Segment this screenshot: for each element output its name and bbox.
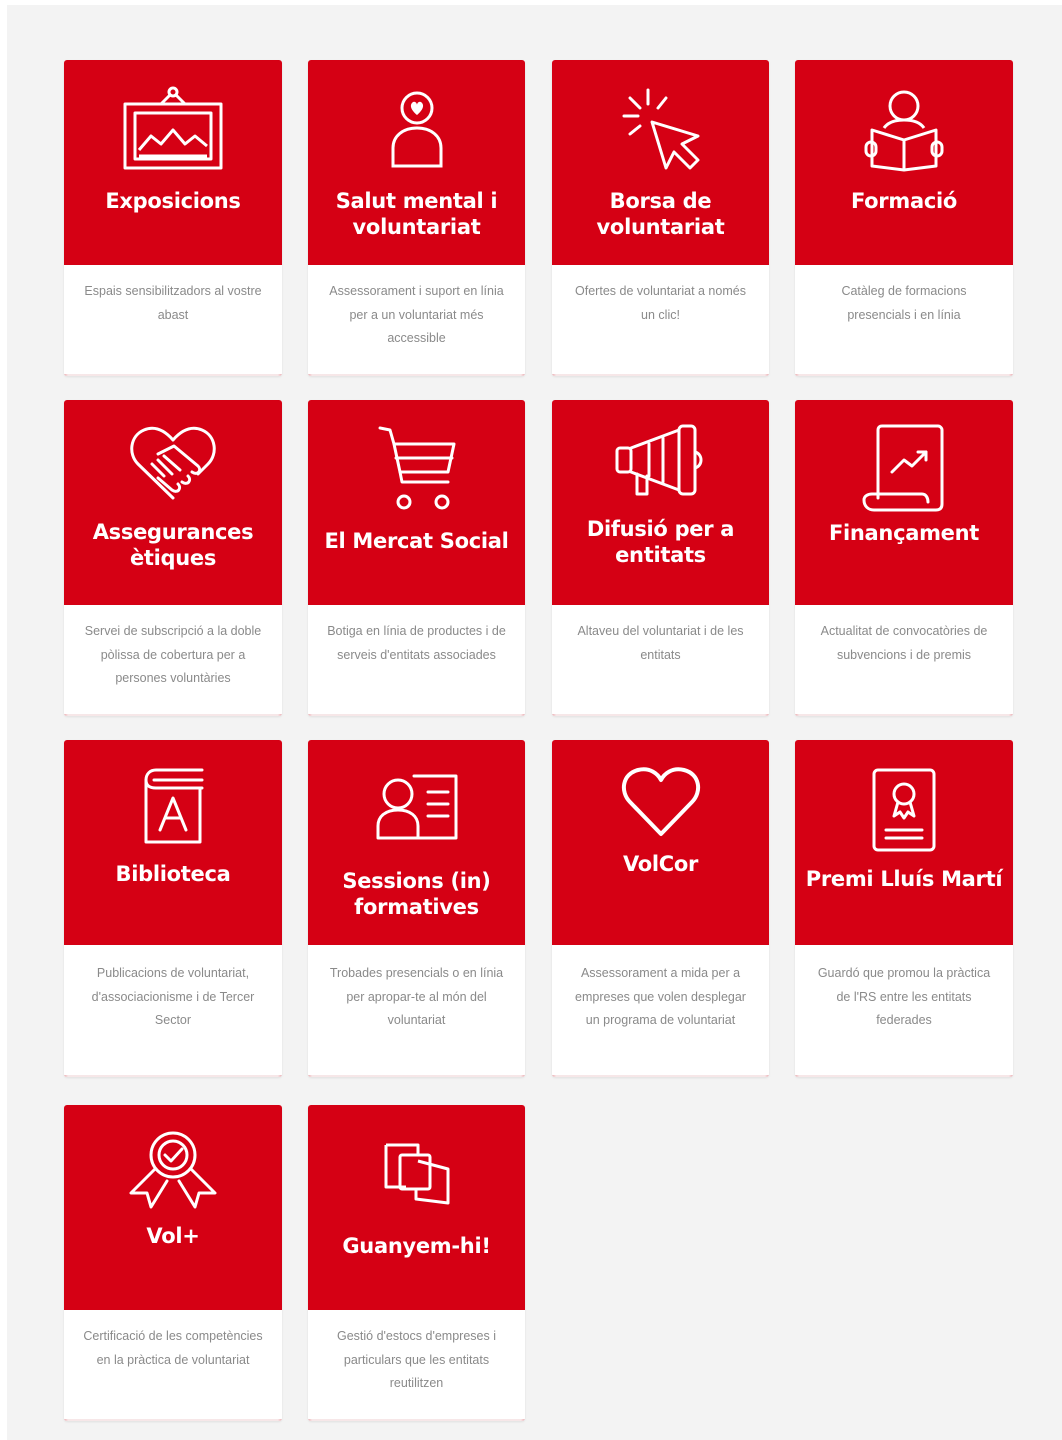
service-card-sessions-formatives[interactable]: Sessions (in) formatives Trobades presen… — [308, 740, 525, 1077]
megaphone-icon — [613, 424, 709, 500]
card-header: Borsa de voluntariat — [552, 60, 769, 265]
card-description: Certificació de les competències en la p… — [83, 1329, 263, 1367]
handshake-heart-icon — [128, 424, 218, 504]
service-card-financament[interactable]: Finançament Actualitat de convocatòries … — [795, 400, 1013, 716]
card-title: VolCor — [622, 852, 699, 876]
heart-icon — [620, 766, 702, 838]
card-header: Guanyem-hi! — [308, 1105, 525, 1310]
shopping-cart-icon — [374, 424, 460, 514]
book-icon — [140, 768, 206, 846]
card-title: Assegurances ètiques — [92, 520, 254, 570]
card-header: Difusió per a entitats — [552, 400, 769, 605]
card-description: Servei de subscripció a la doble pòlissa… — [84, 624, 262, 685]
award-certificate-icon — [870, 768, 938, 852]
card-description: Trobades presencials o en línia per apro… — [329, 966, 504, 1027]
framed-picture-icon — [121, 84, 225, 172]
card-description: Ofertes de voluntariat a només un clic! — [575, 284, 746, 322]
card-header: El Mercat Social — [308, 400, 525, 605]
person-heart-icon — [387, 88, 447, 170]
services-panel: Exposicions Espais sensibilitzadors al v… — [7, 5, 1062, 1440]
card-description: Actualitat de convocatòries de subvencio… — [820, 624, 988, 662]
card-title: Exposicions — [105, 189, 241, 213]
service-card-guanyem-hi[interactable]: Guanyem-hi! Gestió d'estocs d'empreses i… — [308, 1105, 525, 1421]
card-description: Espais sensibilitzadors al vostre abast — [84, 284, 262, 322]
service-card-vol-plus[interactable]: Vol+ Certificació de les competències en… — [64, 1105, 282, 1421]
card-header: Biblioteca — [64, 740, 282, 945]
service-card-exposicions[interactable]: Exposicions Espais sensibilitzadors al v… — [64, 60, 282, 376]
cursor-click-icon — [616, 86, 706, 172]
card-title: Biblioteca — [115, 862, 231, 886]
card-description: Assessorament a mida per a empreses que … — [575, 966, 746, 1027]
card-description: Publicacions de voluntariat, d'associaci… — [91, 966, 255, 1027]
card-description: Assessorament i suport en línia per a un… — [329, 284, 504, 345]
card-header: Salut mental i voluntariat — [308, 60, 525, 265]
card-description: Guardó que promou la pràctica de l'RS en… — [817, 966, 991, 1027]
service-card-biblioteca[interactable]: Biblioteca Publicacions de voluntariat, … — [64, 740, 282, 1077]
service-card-premi-lluis-marti[interactable]: Premi Lluís Martí Guardó que promou la p… — [795, 740, 1013, 1077]
card-title: Guanyem-hi! — [342, 1234, 491, 1258]
document-chart-icon — [862, 424, 946, 512]
card-header: Sessions (in) formatives — [308, 740, 525, 945]
service-card-borsa-voluntariat[interactable]: Borsa de voluntariat Ofertes de voluntar… — [552, 60, 769, 376]
card-header: Assegurances ètiques — [64, 400, 282, 605]
card-title: Difusió per a entitats — [586, 517, 735, 567]
service-card-volcor[interactable]: VolCor Assessorament a mida per a empres… — [552, 740, 769, 1077]
card-header: Formació — [795, 60, 1013, 265]
card-title: El Mercat Social — [324, 529, 509, 553]
card-title: Finançament — [828, 521, 980, 545]
service-card-assegurances[interactable]: Assegurances ètiques Servei de subscripc… — [64, 400, 282, 716]
service-card-formacio[interactable]: Formació Catàleg de formacions presencia… — [795, 60, 1013, 376]
card-description: Catàleg de formacions presencials i en l… — [841, 284, 967, 322]
card-header: Exposicions — [64, 60, 282, 265]
card-title: Premi Lluís Martí — [805, 867, 1003, 891]
overlapping-squares-icon — [380, 1141, 454, 1207]
service-card-mercat-social[interactable]: El Mercat Social Botiga en línia de prod… — [308, 400, 525, 716]
card-header: Premi Lluís Martí — [795, 740, 1013, 945]
card-title: Salut mental i voluntariat — [335, 189, 498, 239]
card-title: Sessions (in) formatives — [342, 869, 491, 919]
card-header: Vol+ — [64, 1105, 282, 1310]
card-title: Borsa de voluntariat — [596, 189, 725, 239]
service-card-difusio[interactable]: Difusió per a entitats Altaveu del volun… — [552, 400, 769, 716]
card-description: Gestió d'estocs d'empreses i particulars… — [336, 1329, 496, 1390]
card-description: Botiga en línia de productes i de servei… — [327, 624, 506, 662]
badge-ribbon-icon — [125, 1129, 221, 1209]
service-card-salut-mental[interactable]: Salut mental i voluntariat Assessorament… — [308, 60, 525, 376]
card-title: Formació — [850, 189, 957, 213]
id-card-icon — [374, 772, 460, 842]
card-title: Vol+ — [146, 1224, 200, 1248]
person-reading-icon — [862, 88, 946, 172]
card-header: VolCor — [552, 740, 769, 945]
card-header: Finançament — [795, 400, 1013, 605]
card-description: Altaveu del voluntariat i de les entitat… — [577, 624, 744, 662]
